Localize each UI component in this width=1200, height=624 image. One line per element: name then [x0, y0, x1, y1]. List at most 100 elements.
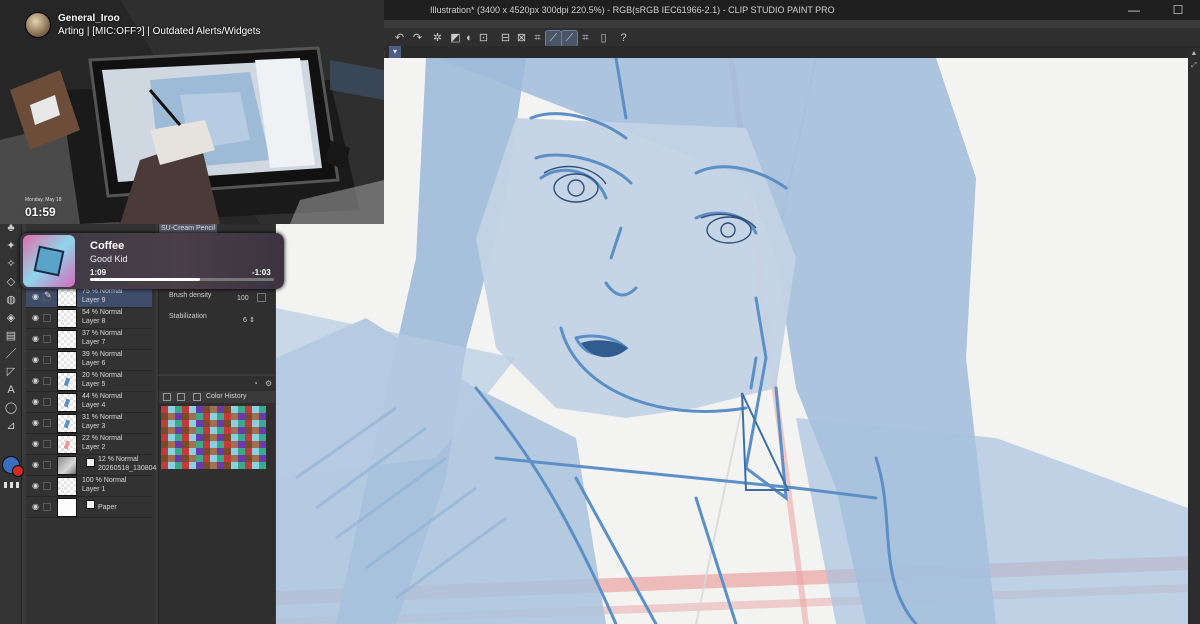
layer-row[interactable]: ◉ 12 % Normal 20260518_130804 [26, 455, 156, 476]
color-swatch[interactable] [168, 448, 175, 455]
color-swatch[interactable] [238, 406, 245, 413]
color-swatch[interactable] [210, 434, 217, 441]
color-swatch[interactable] [245, 413, 252, 420]
color-swatch[interactable] [182, 434, 189, 441]
decoration-icon[interactable]: ✧ [3, 256, 19, 272]
stabilization-value[interactable]: 6 [243, 317, 247, 324]
fill-icon[interactable]: ◈ [3, 310, 19, 326]
layer-lock-icon[interactable] [43, 461, 51, 469]
color-swatch[interactable] [168, 455, 175, 462]
snap-grid-icon[interactable]: ⌗ [578, 31, 593, 46]
color-swatch[interactable] [189, 434, 196, 441]
color-swatch[interactable] [259, 448, 266, 455]
layer-lock-icon[interactable] [43, 482, 51, 490]
color-swatch[interactable] [175, 448, 182, 455]
frame-icon[interactable]: ◸ [3, 364, 19, 380]
layer-lock-icon[interactable] [43, 314, 51, 322]
transform-icon[interactable]: ⊡ [476, 31, 491, 46]
color-swatch[interactable] [231, 420, 238, 427]
visibility-eye-icon[interactable]: ◉ [30, 418, 41, 428]
color-wheel-icon[interactable] [163, 393, 171, 401]
color-slider-icon[interactable] [177, 393, 185, 401]
deselect-icon[interactable]: ⊟ [498, 31, 513, 46]
color-swatch[interactable] [238, 413, 245, 420]
reset-icon[interactable]: ◔ [253, 379, 262, 388]
color-swatch[interactable] [196, 441, 203, 448]
visibility-eye-icon[interactable]: ◉ [30, 313, 41, 323]
layer-row[interactable]: ◉ 100 % Normal Layer 1 [26, 476, 152, 497]
color-swatch[interactable] [224, 427, 231, 434]
color-swatch[interactable] [238, 462, 245, 469]
color-swatch[interactable] [175, 427, 182, 434]
color-swatch[interactable] [245, 441, 252, 448]
undo-icon[interactable]: ↶ [392, 31, 407, 46]
layer-lock-icon[interactable] [43, 503, 51, 511]
color-swatch[interactable] [259, 434, 266, 441]
color-swatch[interactable] [189, 413, 196, 420]
snap-special-ruler-icon[interactable]: ⟋ [561, 30, 578, 47]
color-swatch[interactable] [245, 448, 252, 455]
visibility-eye-icon[interactable]: ◉ [30, 502, 41, 512]
color-swatch[interactable] [189, 455, 196, 462]
color-swatch[interactable] [252, 413, 259, 420]
color-swatch[interactable] [238, 441, 245, 448]
visibility-eye-icon[interactable]: ◉ [30, 439, 41, 449]
color-swatch[interactable] [168, 462, 175, 469]
color-swatch[interactable] [224, 420, 231, 427]
color-swatch[interactable] [224, 462, 231, 469]
color-swatch[interactable] [182, 413, 189, 420]
color-swatch[interactable] [224, 434, 231, 441]
color-swatch[interactable] [161, 434, 168, 441]
color-swatch[interactable] [224, 448, 231, 455]
color-swatch[interactable] [210, 427, 217, 434]
visibility-eye-icon[interactable]: ◉ [30, 460, 41, 470]
color-swatch[interactable] [259, 420, 266, 427]
layer-row[interactable]: ◉ 44 % Normal Layer 4 [26, 392, 152, 413]
color-swatch[interactable] [182, 427, 189, 434]
color-swatch[interactable] [217, 434, 224, 441]
color-swatch[interactable] [259, 441, 266, 448]
color-swatch[interactable] [168, 434, 175, 441]
color-swatch[interactable] [245, 434, 252, 441]
layer-row[interactable]: ◉ 54 % Normal Layer 8 [26, 308, 152, 329]
color-swatch[interactable] [252, 455, 259, 462]
eraser-icon[interactable]: ◇ [3, 274, 19, 290]
color-swatch[interactable] [252, 406, 259, 413]
color-swatch[interactable] [231, 427, 238, 434]
color-swatch[interactable] [245, 406, 252, 413]
ruler-icon[interactable]: ⊿ [3, 418, 19, 434]
color-swatch[interactable] [231, 406, 238, 413]
color-swatch[interactable] [189, 462, 196, 469]
color-history-icon[interactable] [193, 393, 201, 401]
color-swatch[interactable] [210, 420, 217, 427]
color-swatch[interactable] [231, 413, 238, 420]
tab-menu-icon[interactable]: ▾ [389, 46, 401, 58]
expand-icon[interactable]: ⤢ [1190, 62, 1198, 70]
color-swatch[interactable] [252, 441, 259, 448]
color-swatch[interactable] [245, 455, 252, 462]
color-swatch[interactable] [203, 406, 210, 413]
device-icon[interactable]: ▯ [596, 31, 611, 46]
color-swatch[interactable] [175, 462, 182, 469]
spin-icon[interactable]: ⇕ [249, 316, 255, 324]
color-swatch[interactable] [168, 427, 175, 434]
color-swatch[interactable] [210, 448, 217, 455]
color-swatch[interactable] [252, 448, 259, 455]
layer-lock-icon[interactable] [43, 377, 51, 385]
color-swatch[interactable] [259, 406, 266, 413]
color-swatch[interactable] [175, 434, 182, 441]
color-swatch[interactable] [231, 448, 238, 455]
help-icon[interactable]: ? [616, 31, 631, 46]
color-swatch[interactable] [175, 441, 182, 448]
color-swatch[interactable] [217, 441, 224, 448]
color-swatch[interactable] [203, 441, 210, 448]
color-swatch[interactable] [252, 434, 259, 441]
brush-density-value[interactable]: 100 [237, 295, 249, 302]
blend-icon[interactable]: ◍ [3, 292, 19, 308]
redo-icon[interactable]: ↷ [410, 31, 425, 46]
color-swatch[interactable] [203, 462, 210, 469]
color-swatch[interactable] [217, 420, 224, 427]
color-swatch[interactable] [238, 420, 245, 427]
visibility-eye-icon[interactable]: ◉ [30, 481, 41, 491]
color-swatch[interactable] [238, 448, 245, 455]
